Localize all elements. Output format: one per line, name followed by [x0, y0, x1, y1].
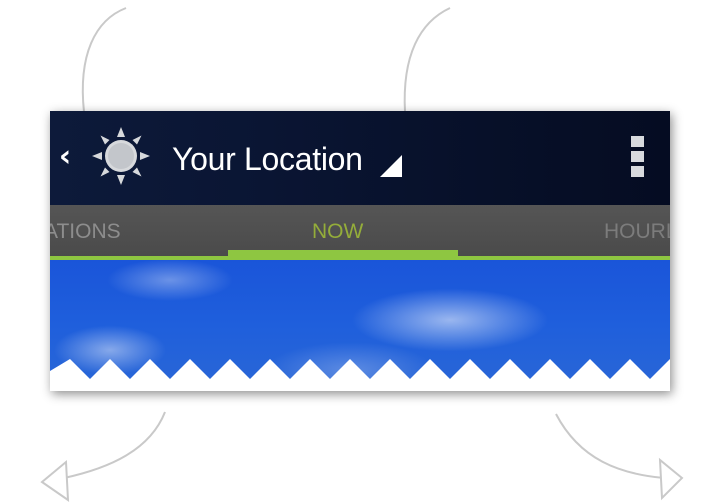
tab-locations[interactable]: ATIONS: [50, 217, 121, 247]
tab-now[interactable]: NOW: [312, 217, 363, 247]
callout-curve-bottom-right: [555, 413, 665, 479]
location-title[interactable]: Your Location: [172, 139, 363, 179]
dropdown-triangle-icon[interactable]: [378, 153, 402, 177]
tab-hourly[interactable]: HOURL: [604, 217, 670, 247]
callout-curve-top-right: [403, 7, 451, 113]
overflow-menu-icon[interactable]: [628, 136, 648, 182]
tab-active-indicator: [228, 250, 458, 257]
callout-arrowhead-bottom-left: [40, 459, 70, 502]
overflow-menu-dot: [631, 166, 644, 177]
callout-arrowhead-bottom-right: [658, 457, 684, 501]
callout-curve-bottom-left: [63, 411, 166, 479]
sun-icon[interactable]: [90, 125, 152, 187]
callout-curve-top-left: [81, 7, 127, 113]
app-screenshot-crop: ‹ Your Location ATIONS NOW HOUR: [50, 111, 670, 391]
torn-edge: [50, 359, 670, 391]
action-bar: ‹ Your Location: [50, 111, 670, 205]
overflow-menu-dot: [631, 151, 644, 162]
overflow-menu-dot: [631, 136, 644, 147]
back-chevron-icon[interactable]: ‹: [56, 139, 74, 175]
